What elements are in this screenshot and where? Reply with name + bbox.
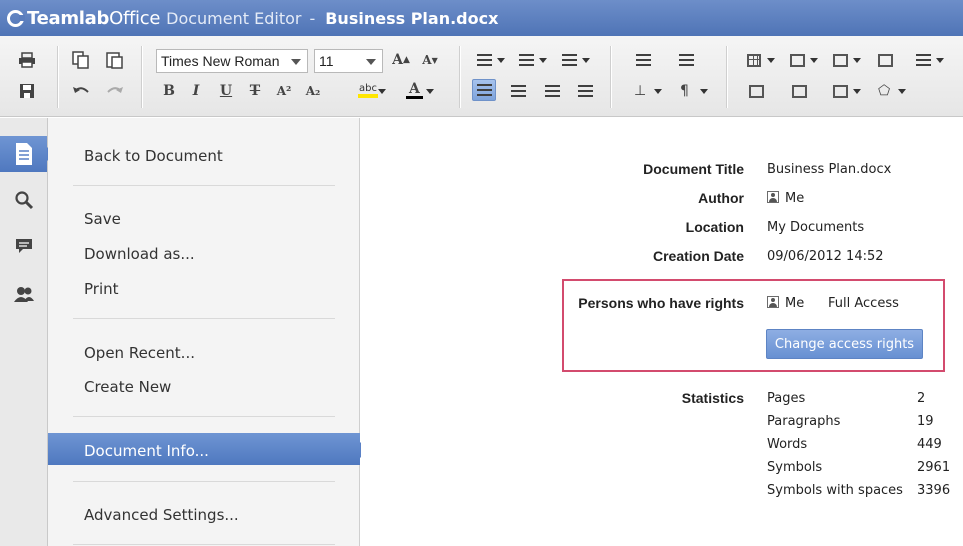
toolbar-separator <box>726 46 727 108</box>
document-info-panel: Document Title Business Plan.docx Author… <box>361 118 963 546</box>
toolbar-separator <box>57 46 58 108</box>
creation-date-label: Creation Date <box>652 248 744 264</box>
creation-date-value: 09/06/2012 14:52 <box>767 249 884 264</box>
underline-button[interactable]: U <box>214 80 238 102</box>
font-name-select[interactable]: Times New Roman <box>156 49 308 73</box>
increase-font-size-button[interactable]: A ▲ <box>389 49 413 71</box>
shape-icon[interactable]: ⬠ <box>875 80 909 102</box>
table-icon[interactable] <box>744 49 778 71</box>
document-title-label: Document Title <box>643 161 744 177</box>
logo-icon <box>7 9 25 27</box>
header-footer-icon[interactable] <box>787 80 811 102</box>
chart-icon[interactable] <box>830 49 864 71</box>
strikethrough-button[interactable]: T <box>243 80 267 102</box>
align-center-button[interactable] <box>506 80 530 102</box>
app-name: Document Editor <box>166 8 302 28</box>
menu-create-new[interactable]: Create New <box>84 378 171 396</box>
page-break-icon[interactable] <box>744 80 768 102</box>
highlight-color-button[interactable]: abc <box>355 80 389 102</box>
menu-download-as[interactable]: Download as... <box>84 245 195 263</box>
decrease-font-size-button[interactable]: A ▼ <box>418 49 442 71</box>
stat-value: 2 <box>917 391 926 406</box>
stat-name: Symbols with spaces <box>767 483 903 498</box>
bullets-icon[interactable] <box>474 49 508 71</box>
rights-person: Me <box>767 296 804 311</box>
toolbar: Times New Roman 11 A ▲ A ▼ B I U T A² A₂ a… <box>0 36 963 117</box>
toolbar-separator <box>141 46 142 108</box>
toolbar-separator <box>459 46 460 108</box>
person-icon <box>767 296 779 308</box>
stat-name: Words <box>767 437 808 452</box>
toolbar-separator <box>610 46 611 108</box>
back-to-document[interactable]: Back to Document <box>84 147 223 165</box>
menu-divider <box>73 481 335 482</box>
location-value: My Documents <box>767 220 865 235</box>
align-left-button[interactable] <box>472 79 496 101</box>
stat-name: Paragraphs <box>767 414 841 429</box>
text-box-icon[interactable] <box>873 49 897 71</box>
document-name: Business Plan.docx <box>325 8 499 28</box>
title-bar: TeamlabOffice Document Editor - Business… <box>0 0 963 36</box>
paragraph-marks-icon[interactable]: ¶ <box>677 80 711 102</box>
font-size-select[interactable]: 11 <box>314 49 383 73</box>
left-sidebar <box>0 118 54 546</box>
document-title-value: Business Plan.docx <box>767 162 892 177</box>
stat-name: Pages <box>767 391 806 406</box>
title-separator: - <box>309 8 316 28</box>
person-icon <box>767 191 779 203</box>
print-icon[interactable] <box>15 49 39 71</box>
increase-indent-icon[interactable] <box>674 49 698 71</box>
page-size-icon[interactable] <box>830 80 864 102</box>
menu-advanced-settings[interactable]: Advanced Settings... <box>84 506 239 524</box>
stat-value: 2961 <box>917 460 951 475</box>
numbering-icon[interactable] <box>516 49 550 71</box>
brand-name: TeamlabOffice <box>27 7 161 29</box>
menu-open-recent[interactable]: Open Recent... <box>84 344 195 362</box>
subscript-button[interactable]: A₂ <box>301 80 325 102</box>
change-access-rights-button[interactable]: Change access rights <box>766 329 923 359</box>
align-right-button[interactable] <box>540 80 564 102</box>
stat-value: 19 <box>917 414 934 429</box>
stat-value: 449 <box>917 437 942 452</box>
author-label: Author <box>698 190 744 206</box>
statistics-label: Statistics <box>681 390 744 406</box>
decrease-indent-icon[interactable] <box>631 49 655 71</box>
search-icon[interactable] <box>0 182 48 218</box>
line-spacing-icon[interactable]: ⊥ <box>631 80 665 102</box>
bold-button[interactable]: B <box>157 80 181 102</box>
stat-value: 3396 <box>917 483 951 498</box>
location-label: Location <box>685 219 744 235</box>
text-art-icon[interactable] <box>913 49 947 71</box>
menu-divider <box>73 544 335 545</box>
image-icon[interactable] <box>787 49 821 71</box>
file-menu: Back to Document Save Download as... Pri… <box>48 118 368 546</box>
users-icon[interactable] <box>0 276 48 312</box>
menu-divider <box>73 318 335 319</box>
rights-label: Persons who have rights <box>578 295 744 311</box>
undo-icon[interactable] <box>69 80 93 102</box>
copy-icon[interactable] <box>69 49 93 71</box>
superscript-button[interactable]: A² <box>272 80 296 102</box>
menu-divider <box>73 416 335 417</box>
justify-button[interactable] <box>573 80 597 102</box>
save-icon[interactable] <box>15 80 39 102</box>
paste-icon[interactable] <box>103 49 127 71</box>
author-value: Me <box>767 191 804 206</box>
rights-access-level: Full Access <box>828 296 899 311</box>
menu-document-info[interactable]: Document Info... <box>84 442 209 460</box>
menu-print[interactable]: Print <box>84 280 119 298</box>
file-icon[interactable] <box>0 136 54 172</box>
stat-name: Symbols <box>767 460 823 475</box>
multilevel-list-icon[interactable] <box>559 49 593 71</box>
comment-icon[interactable] <box>0 228 48 264</box>
redo-icon[interactable] <box>103 80 127 102</box>
italic-button[interactable]: I <box>184 80 208 102</box>
font-color-button[interactable]: A <box>403 80 437 102</box>
menu-save[interactable]: Save <box>84 210 121 228</box>
menu-divider <box>73 185 335 186</box>
